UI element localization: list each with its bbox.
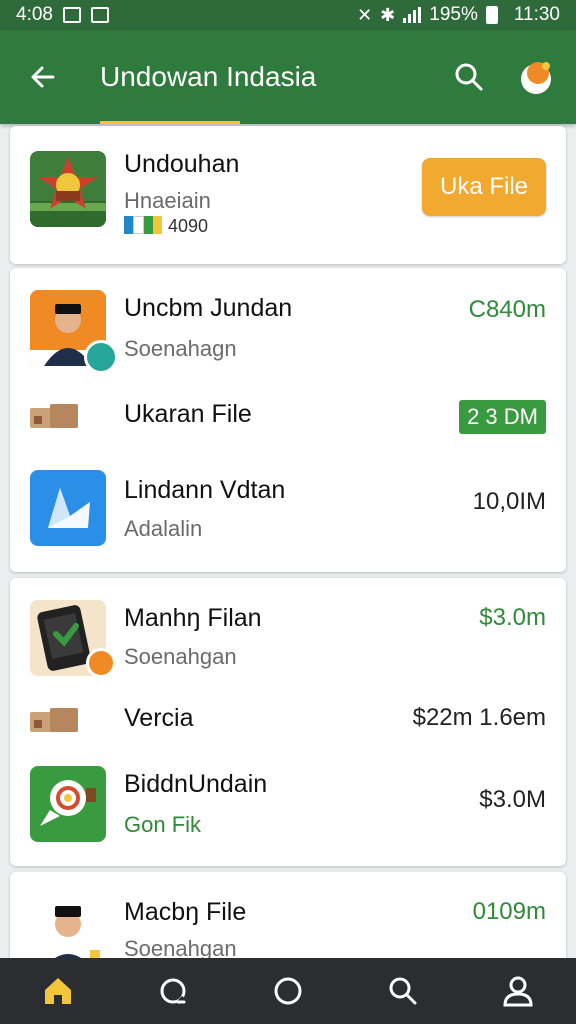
file-list-card-1: Uncbm Jundan Soenahagn C840m Ukaran File… bbox=[10, 268, 566, 572]
app-logo-icon bbox=[48, 488, 90, 528]
featured-subtitle: Hnaeiain bbox=[124, 188, 211, 213]
status-bar: 4:08 ✕ ✱ 195% 11:30 bbox=[0, 0, 576, 30]
list-item[interactable]: Manhŋ Filan Soenahgan $3.0m bbox=[10, 578, 566, 686]
list-item-subtitle: Gon Fik bbox=[124, 812, 202, 837]
list-item-title: Ukaran File bbox=[124, 400, 252, 428]
back-button[interactable] bbox=[22, 56, 64, 98]
bottom-nav bbox=[0, 958, 576, 1024]
title-underline bbox=[100, 121, 240, 124]
app-icon-tile bbox=[30, 470, 106, 546]
list-item-title: Uncbm Jundan bbox=[124, 294, 293, 322]
list-item[interactable]: Lindann Vdtan Adalalin 10,0IM bbox=[10, 454, 566, 570]
circle-icon bbox=[274, 977, 302, 1005]
uka-file-button[interactable]: Uka File bbox=[422, 158, 546, 216]
notification-icon bbox=[62, 7, 81, 23]
nav-profile[interactable] bbox=[488, 961, 548, 1021]
size-badge: 2 3 DM bbox=[459, 400, 546, 434]
list-item[interactable]: BiddnUndain Gon Fik $3.0M bbox=[10, 754, 566, 864]
nav-circle[interactable] bbox=[258, 961, 318, 1021]
status-time-left: 4:08 bbox=[16, 4, 53, 25]
mute-icon: ✕ bbox=[357, 4, 373, 25]
app-logo-icon bbox=[521, 62, 551, 94]
list-item-subtitle: Soenahagn bbox=[124, 336, 237, 361]
list-item-title: Manhŋ Filan bbox=[124, 604, 262, 632]
app-bar: Undowan Indasia bbox=[0, 30, 576, 124]
list-item-value: 0109m bbox=[472, 898, 546, 925]
list-item-value: C840m bbox=[468, 296, 546, 323]
file-list-card-2: Manhŋ Filan Soenahgan $3.0m Vercia $22m … bbox=[10, 578, 566, 866]
battery-icon bbox=[485, 6, 498, 24]
home-icon bbox=[44, 978, 71, 1004]
status-badge bbox=[86, 648, 116, 678]
page-title: Undowan Indasia bbox=[100, 61, 317, 92]
list-item[interactable]: Ukaran File 2 3 DM bbox=[10, 380, 566, 450]
nav-search[interactable] bbox=[373, 961, 433, 1021]
battery-percent: 195% bbox=[429, 4, 478, 25]
signal-icon bbox=[403, 7, 422, 23]
folder-icon bbox=[30, 708, 78, 732]
map-pin-icon bbox=[40, 780, 96, 826]
status-time-right: 11:30 bbox=[513, 4, 560, 25]
list-item-title: Vercia bbox=[124, 704, 194, 732]
list-item-title: BiddnUndain bbox=[124, 770, 268, 798]
list-item[interactable]: Vercia $22m 1.6em bbox=[10, 688, 566, 752]
profile-icon bbox=[503, 976, 533, 1007]
list-item-value: $3.0M bbox=[479, 786, 546, 813]
list-item-subtitle: Soenahgan bbox=[124, 644, 237, 669]
search-icon bbox=[455, 63, 483, 91]
flag-badge bbox=[124, 216, 162, 234]
app-logo-button[interactable] bbox=[516, 57, 556, 97]
featured-card[interactable]: Undouhan Hnaeiain 4090 Uka File bbox=[10, 126, 566, 264]
bluetooth-icon: ✱ bbox=[380, 4, 396, 25]
emblem-icon bbox=[30, 157, 106, 227]
featured-meta: 4090 bbox=[168, 216, 209, 236]
list-item[interactable]: Uncbm Jundan Soenahagn C840m bbox=[10, 268, 566, 378]
app-icon-tile bbox=[30, 766, 106, 842]
search-button[interactable] bbox=[452, 60, 486, 94]
folder-icon bbox=[30, 404, 78, 428]
status-badge bbox=[84, 340, 118, 374]
list-item-value: $3.0m bbox=[479, 604, 546, 631]
list-item-value: 10,0IM bbox=[472, 488, 546, 515]
app-icon-tile bbox=[30, 151, 106, 227]
nav-chat[interactable] bbox=[143, 961, 203, 1021]
list-item-subtitle: Adalalin bbox=[124, 516, 203, 541]
arrow-left-icon bbox=[31, 66, 55, 88]
list-item-title: Lindann Vdtan bbox=[124, 476, 286, 504]
message-icon bbox=[90, 7, 109, 23]
list-item-title: Macbŋ File bbox=[124, 898, 247, 926]
list-item-value: $22m 1.6em bbox=[412, 704, 546, 731]
search-icon bbox=[389, 977, 417, 1005]
chat-icon bbox=[160, 978, 187, 1006]
nav-home[interactable] bbox=[28, 961, 88, 1021]
featured-title: Undouhan bbox=[124, 150, 240, 178]
